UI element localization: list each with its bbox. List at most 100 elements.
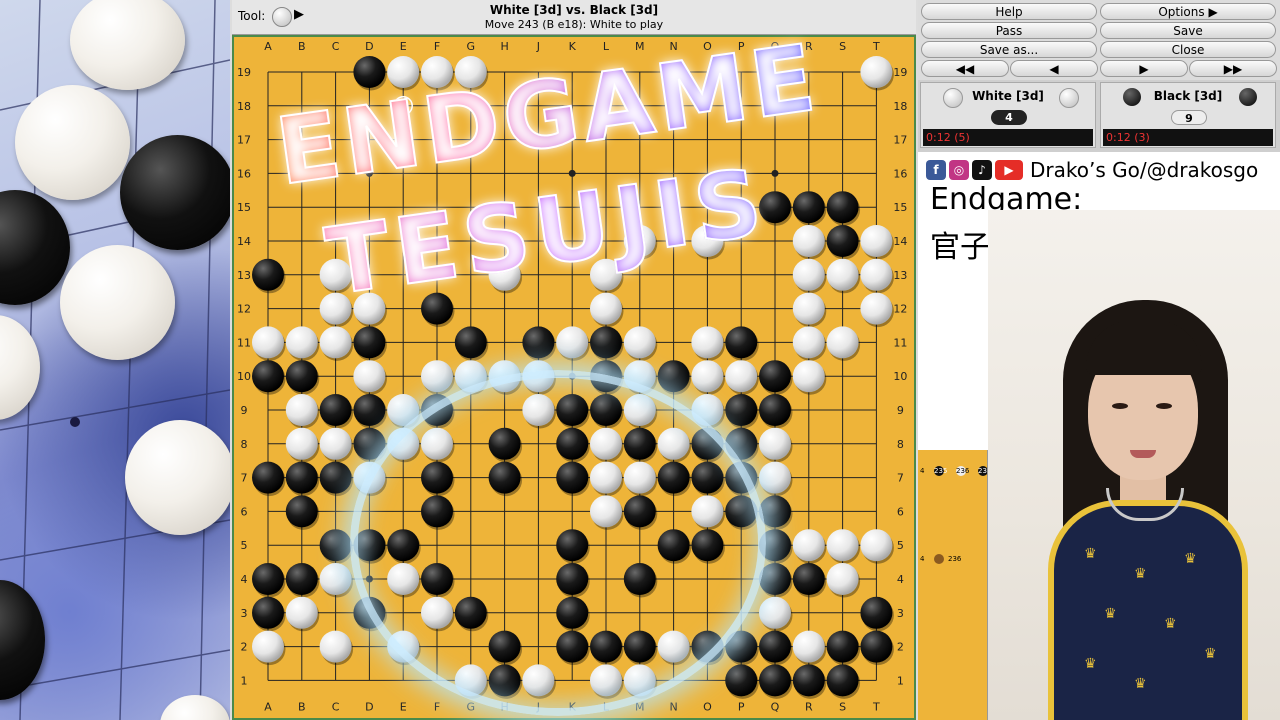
black-stone[interactable] <box>860 596 893 629</box>
white-stone[interactable] <box>421 56 453 88</box>
white-stone[interactable] <box>623 461 656 494</box>
white-stone[interactable] <box>792 529 825 562</box>
white-stone[interactable] <box>623 225 656 257</box>
black-stone[interactable] <box>556 394 589 426</box>
black-stone[interactable] <box>488 461 521 494</box>
white-stone[interactable] <box>319 326 352 359</box>
black-stone[interactable] <box>353 427 386 460</box>
previous-move-button[interactable]: ◀ <box>1010 60 1098 77</box>
white-stone[interactable] <box>691 394 724 426</box>
black-stone[interactable] <box>725 461 758 494</box>
white-stone[interactable] <box>860 56 893 88</box>
white-stone[interactable] <box>421 596 453 629</box>
black-stone[interactable] <box>725 630 758 663</box>
white-stone[interactable] <box>826 326 859 359</box>
white-stone[interactable] <box>285 394 318 426</box>
white-stone[interactable] <box>691 495 724 528</box>
black-stone[interactable] <box>691 427 724 460</box>
black-stone[interactable] <box>826 191 859 224</box>
black-stone[interactable] <box>556 630 589 663</box>
black-stone[interactable] <box>319 529 352 562</box>
black-stone[interactable] <box>252 596 284 629</box>
white-stone[interactable] <box>454 360 487 393</box>
black-stone[interactable] <box>826 225 859 257</box>
white-stone[interactable] <box>488 258 521 291</box>
black-stone[interactable] <box>590 630 622 663</box>
white-stone[interactable] <box>759 461 791 494</box>
board-grid[interactable]: AABBCCDDEEFFGGHHJJKKLLMMNNOOPPQQRRSSTT19… <box>234 37 916 720</box>
pass-button[interactable]: Pass <box>921 22 1097 39</box>
black-stone[interactable] <box>556 529 589 562</box>
black-stone[interactable] <box>252 258 284 291</box>
save-button[interactable]: Save <box>1100 22 1276 39</box>
black-stone[interactable] <box>556 461 589 494</box>
white-stone[interactable] <box>860 529 893 562</box>
white-stone[interactable] <box>319 630 352 663</box>
black-stone[interactable] <box>623 630 656 663</box>
black-stone[interactable] <box>454 596 487 629</box>
black-stone[interactable] <box>657 529 690 562</box>
black-stone[interactable] <box>826 630 859 663</box>
last-move-button[interactable]: ▶▶ <box>1189 60 1277 77</box>
white-stone[interactable] <box>623 394 656 426</box>
white-stone[interactable] <box>421 360 453 393</box>
black-stone[interactable] <box>421 292 453 325</box>
close-button[interactable]: Close <box>1100 41 1276 58</box>
white-stone[interactable] <box>387 630 420 663</box>
white-stone[interactable] <box>860 225 893 257</box>
white-stone[interactable] <box>353 360 386 393</box>
white-stone[interactable] <box>623 360 656 393</box>
black-stone[interactable] <box>252 563 284 595</box>
black-stone[interactable] <box>421 394 453 426</box>
white-stone[interactable] <box>759 596 791 629</box>
options-button[interactable]: Options ▶ <box>1100 3 1276 20</box>
black-stone[interactable] <box>556 427 589 460</box>
save-as-button[interactable]: Save as... <box>921 41 1097 58</box>
black-stone[interactable] <box>590 326 622 359</box>
white-stone[interactable] <box>353 461 386 494</box>
white-stone[interactable] <box>488 360 521 393</box>
black-stone[interactable] <box>759 495 791 528</box>
black-stone[interactable] <box>691 630 724 663</box>
black-stone[interactable] <box>387 529 420 562</box>
black-stone[interactable] <box>285 360 318 393</box>
go-board[interactable]: A A B B C C D D E E F F G G H H J J K K L L M M N N O O P P Q Q R R S S T T 19… <box>232 35 916 720</box>
black-stone[interactable] <box>725 495 758 528</box>
black-stone[interactable] <box>319 461 352 494</box>
white-stone[interactable] <box>792 360 825 393</box>
black-stone[interactable] <box>657 360 690 393</box>
white-stone[interactable] <box>285 427 318 460</box>
black-stone[interactable] <box>725 394 758 426</box>
help-button[interactable]: Help <box>921 3 1097 20</box>
black-stone[interactable] <box>285 495 318 528</box>
black-stone[interactable] <box>792 191 825 224</box>
black-stone[interactable] <box>725 427 758 460</box>
white-stone[interactable] <box>387 56 420 88</box>
white-stone[interactable] <box>319 258 352 291</box>
white-stone[interactable] <box>522 360 555 393</box>
black-stone[interactable] <box>590 394 622 426</box>
white-stone[interactable] <box>319 292 352 325</box>
black-stone[interactable] <box>353 394 386 426</box>
white-stone[interactable] <box>623 326 656 359</box>
white-stone[interactable] <box>421 427 453 460</box>
white-stone[interactable] <box>826 563 859 595</box>
white-stone[interactable] <box>792 326 825 359</box>
black-stone[interactable] <box>725 326 758 359</box>
white-stone[interactable] <box>285 326 318 359</box>
white-stone[interactable] <box>319 563 352 595</box>
black-stone[interactable] <box>657 461 690 494</box>
black-stone[interactable] <box>792 664 825 697</box>
black-stone[interactable] <box>421 495 453 528</box>
white-stone[interactable] <box>792 258 825 291</box>
white-stone[interactable] <box>826 529 859 562</box>
black-stone[interactable] <box>826 664 859 697</box>
black-stone[interactable] <box>522 326 555 359</box>
black-stone[interactable] <box>488 630 521 663</box>
black-stone[interactable] <box>860 630 893 663</box>
white-stone[interactable] <box>522 664 555 697</box>
white-stone[interactable] <box>860 292 893 325</box>
white-stone[interactable] <box>759 427 791 460</box>
white-stone[interactable] <box>792 225 825 257</box>
black-stone[interactable] <box>759 563 791 595</box>
